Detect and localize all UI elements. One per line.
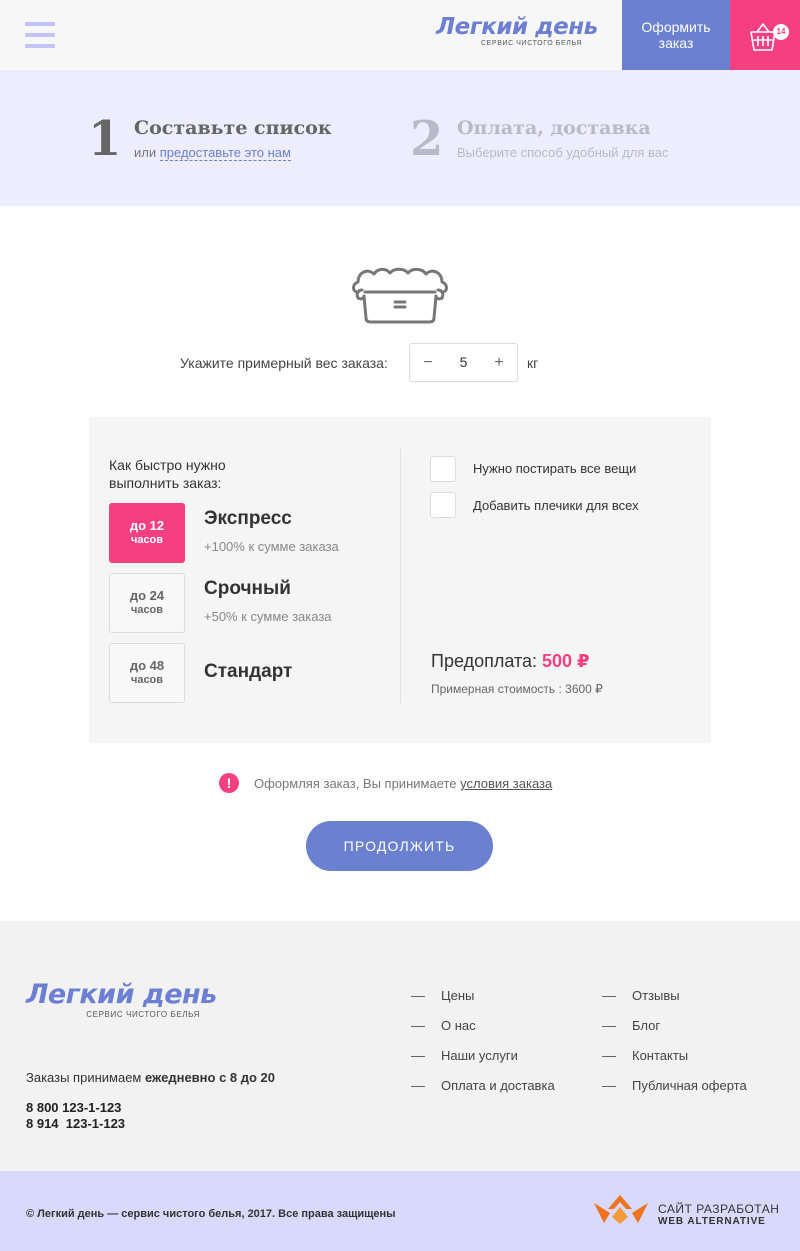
step-1-subtitle: или предоставьте это нам: [134, 145, 291, 161]
laundry-basket-icon: [352, 267, 448, 324]
weight-decrease-button[interactable]: −: [410, 344, 446, 381]
step-1-number: 1: [88, 111, 122, 167]
speed-urgent-surcharge: +50% к сумме заказа: [204, 609, 332, 624]
step-2-title: Оплата, доставка: [457, 117, 651, 139]
step-2-number: 2: [410, 111, 444, 167]
warning-icon: !: [219, 773, 239, 793]
speed-standard-title: Стандарт: [204, 661, 293, 682]
speed-express-surcharge: +100% к сумме заказа: [204, 539, 339, 554]
weight-increase-button[interactable]: +: [481, 344, 517, 381]
prepayment-label: Предоплата:: [431, 651, 537, 671]
speed-urgent-title: Срочный: [204, 578, 291, 599]
developer-credit: САЙТ РАЗРАБОТАН: [658, 1202, 780, 1216]
speed-express-hours: до 12: [129, 518, 165, 533]
footer-link-blog[interactable]: Блог: [602, 1018, 660, 1033]
logo-name: Легкий день: [436, 14, 598, 40]
copyright: © Легкий день — сервис чистого белья, 20…: [26, 1208, 396, 1220]
order-hours: Заказы принимаем ежедневно с 8 до 20: [26, 1070, 275, 1085]
terms-notice: Оформляя заказ, Вы принимаете условия за…: [254, 776, 552, 791]
logo-tagline: сервис чистого белья: [481, 40, 582, 47]
weight-input[interactable]: 5: [446, 344, 481, 381]
footer-link-label: Блог: [632, 1018, 661, 1033]
footer-link-label: Контакты: [632, 1048, 689, 1063]
footer-link-label: Наши услуги: [441, 1048, 518, 1063]
speed-standard-unit: часов: [130, 674, 164, 686]
footer-link-label: О нас: [441, 1018, 476, 1033]
footer-link-label: Отзывы: [632, 988, 680, 1003]
step-1-sub-prefix: или: [134, 145, 157, 160]
speed-option-express[interactable]: до 12 часов: [109, 503, 185, 563]
speed-standard-hours: до 48: [129, 658, 165, 673]
footer-link-about[interactable]: О нас: [411, 1018, 476, 1033]
order-button[interactable]: Оформить заказ: [622, 0, 730, 70]
footer: [0, 921, 800, 1171]
step-1-title: Составьте список: [134, 117, 332, 139]
prepayment: Предоплата: 500 ₽: [431, 651, 590, 672]
order-button-label: Оформить заказ: [641, 19, 711, 51]
approximate-cost: Примерная стоимость : 3600 ₽: [431, 682, 603, 696]
order-steps: 1 Составьте список или предоставьте это …: [0, 70, 800, 206]
cart-count-badge: 14: [773, 24, 789, 40]
footer-link-label: Оплата и доставка: [441, 1078, 555, 1093]
order-hours-prefix: Заказы принимаем: [26, 1070, 142, 1085]
speed-option-urgent[interactable]: до 24 часов: [109, 573, 185, 633]
hangers-label[interactable]: Добавить плечики для всех: [473, 498, 639, 513]
footer-logo-tagline: сервис чистого белья: [86, 1010, 200, 1019]
order-hours-schedule: ежедневно с 8 до 20: [145, 1070, 276, 1085]
step-1-delegate-link[interactable]: предоставьте это нам: [159, 145, 291, 161]
speed-option-standard[interactable]: до 48 часов: [109, 643, 185, 703]
web-alternative-logo-icon[interactable]: [592, 1195, 650, 1225]
footer-logo-name: Легкий день: [26, 979, 217, 1010]
hangers-checkbox[interactable]: [430, 492, 456, 518]
header: Легкий день сервис чистого белья Оформит…: [0, 0, 800, 70]
footer-link-prices[interactable]: Цены: [411, 988, 474, 1003]
header-logo[interactable]: Легкий день сервис чистого белья: [436, 14, 598, 56]
footer-link-services[interactable]: Наши услуги: [411, 1048, 518, 1063]
speed-question: Как быстро нужно выполнить заказ:: [109, 457, 226, 491]
phone-2[interactable]: 8 914 123-1-123: [26, 1116, 125, 1131]
footer-logo[interactable]: Легкий день сервис чистого белья: [26, 979, 217, 1024]
wash-all-checkbox[interactable]: [430, 456, 456, 482]
footer-link-contacts[interactable]: Контакты: [602, 1048, 688, 1063]
footer-link-label: Публичная оферта: [632, 1078, 747, 1093]
terms-text: Оформляя заказ, Вы принимаете: [254, 776, 457, 791]
footer-link-reviews[interactable]: Отзывы: [602, 988, 680, 1003]
menu-icon[interactable]: [25, 22, 55, 48]
phone-1[interactable]: 8 800 123-1-123: [26, 1100, 121, 1115]
prepayment-value: 500 ₽: [542, 651, 590, 671]
weight-stepper: − 5 +: [409, 343, 518, 382]
cart-button[interactable]: [730, 0, 800, 70]
wash-all-label[interactable]: Нужно постирать все вещи: [473, 461, 636, 476]
speed-urgent-hours: до 24: [129, 588, 165, 603]
speed-express-unit: часов: [130, 534, 164, 546]
terms-link[interactable]: условия заказа: [460, 776, 552, 791]
cart-icon: [750, 23, 776, 51]
weight-label: Укажите примерный вес заказа:: [180, 355, 388, 371]
developer-name[interactable]: WEB ALTERNATIVE: [658, 1216, 766, 1227]
step-2-subtitle: Выберите способ удобный для вас: [457, 145, 669, 160]
continue-button[interactable]: ПРОДОЛЖИТЬ: [306, 821, 493, 871]
panel-divider: [400, 449, 401, 703]
footer-link-label: Цены: [441, 988, 475, 1003]
speed-express-title: Экспресс: [204, 508, 292, 529]
footer-link-offer[interactable]: Публичная оферта: [602, 1078, 747, 1093]
speed-urgent-unit: часов: [130, 604, 164, 616]
weight-unit: кг: [527, 355, 539, 371]
footer-link-payment-delivery[interactable]: Оплата и доставка: [411, 1078, 555, 1093]
